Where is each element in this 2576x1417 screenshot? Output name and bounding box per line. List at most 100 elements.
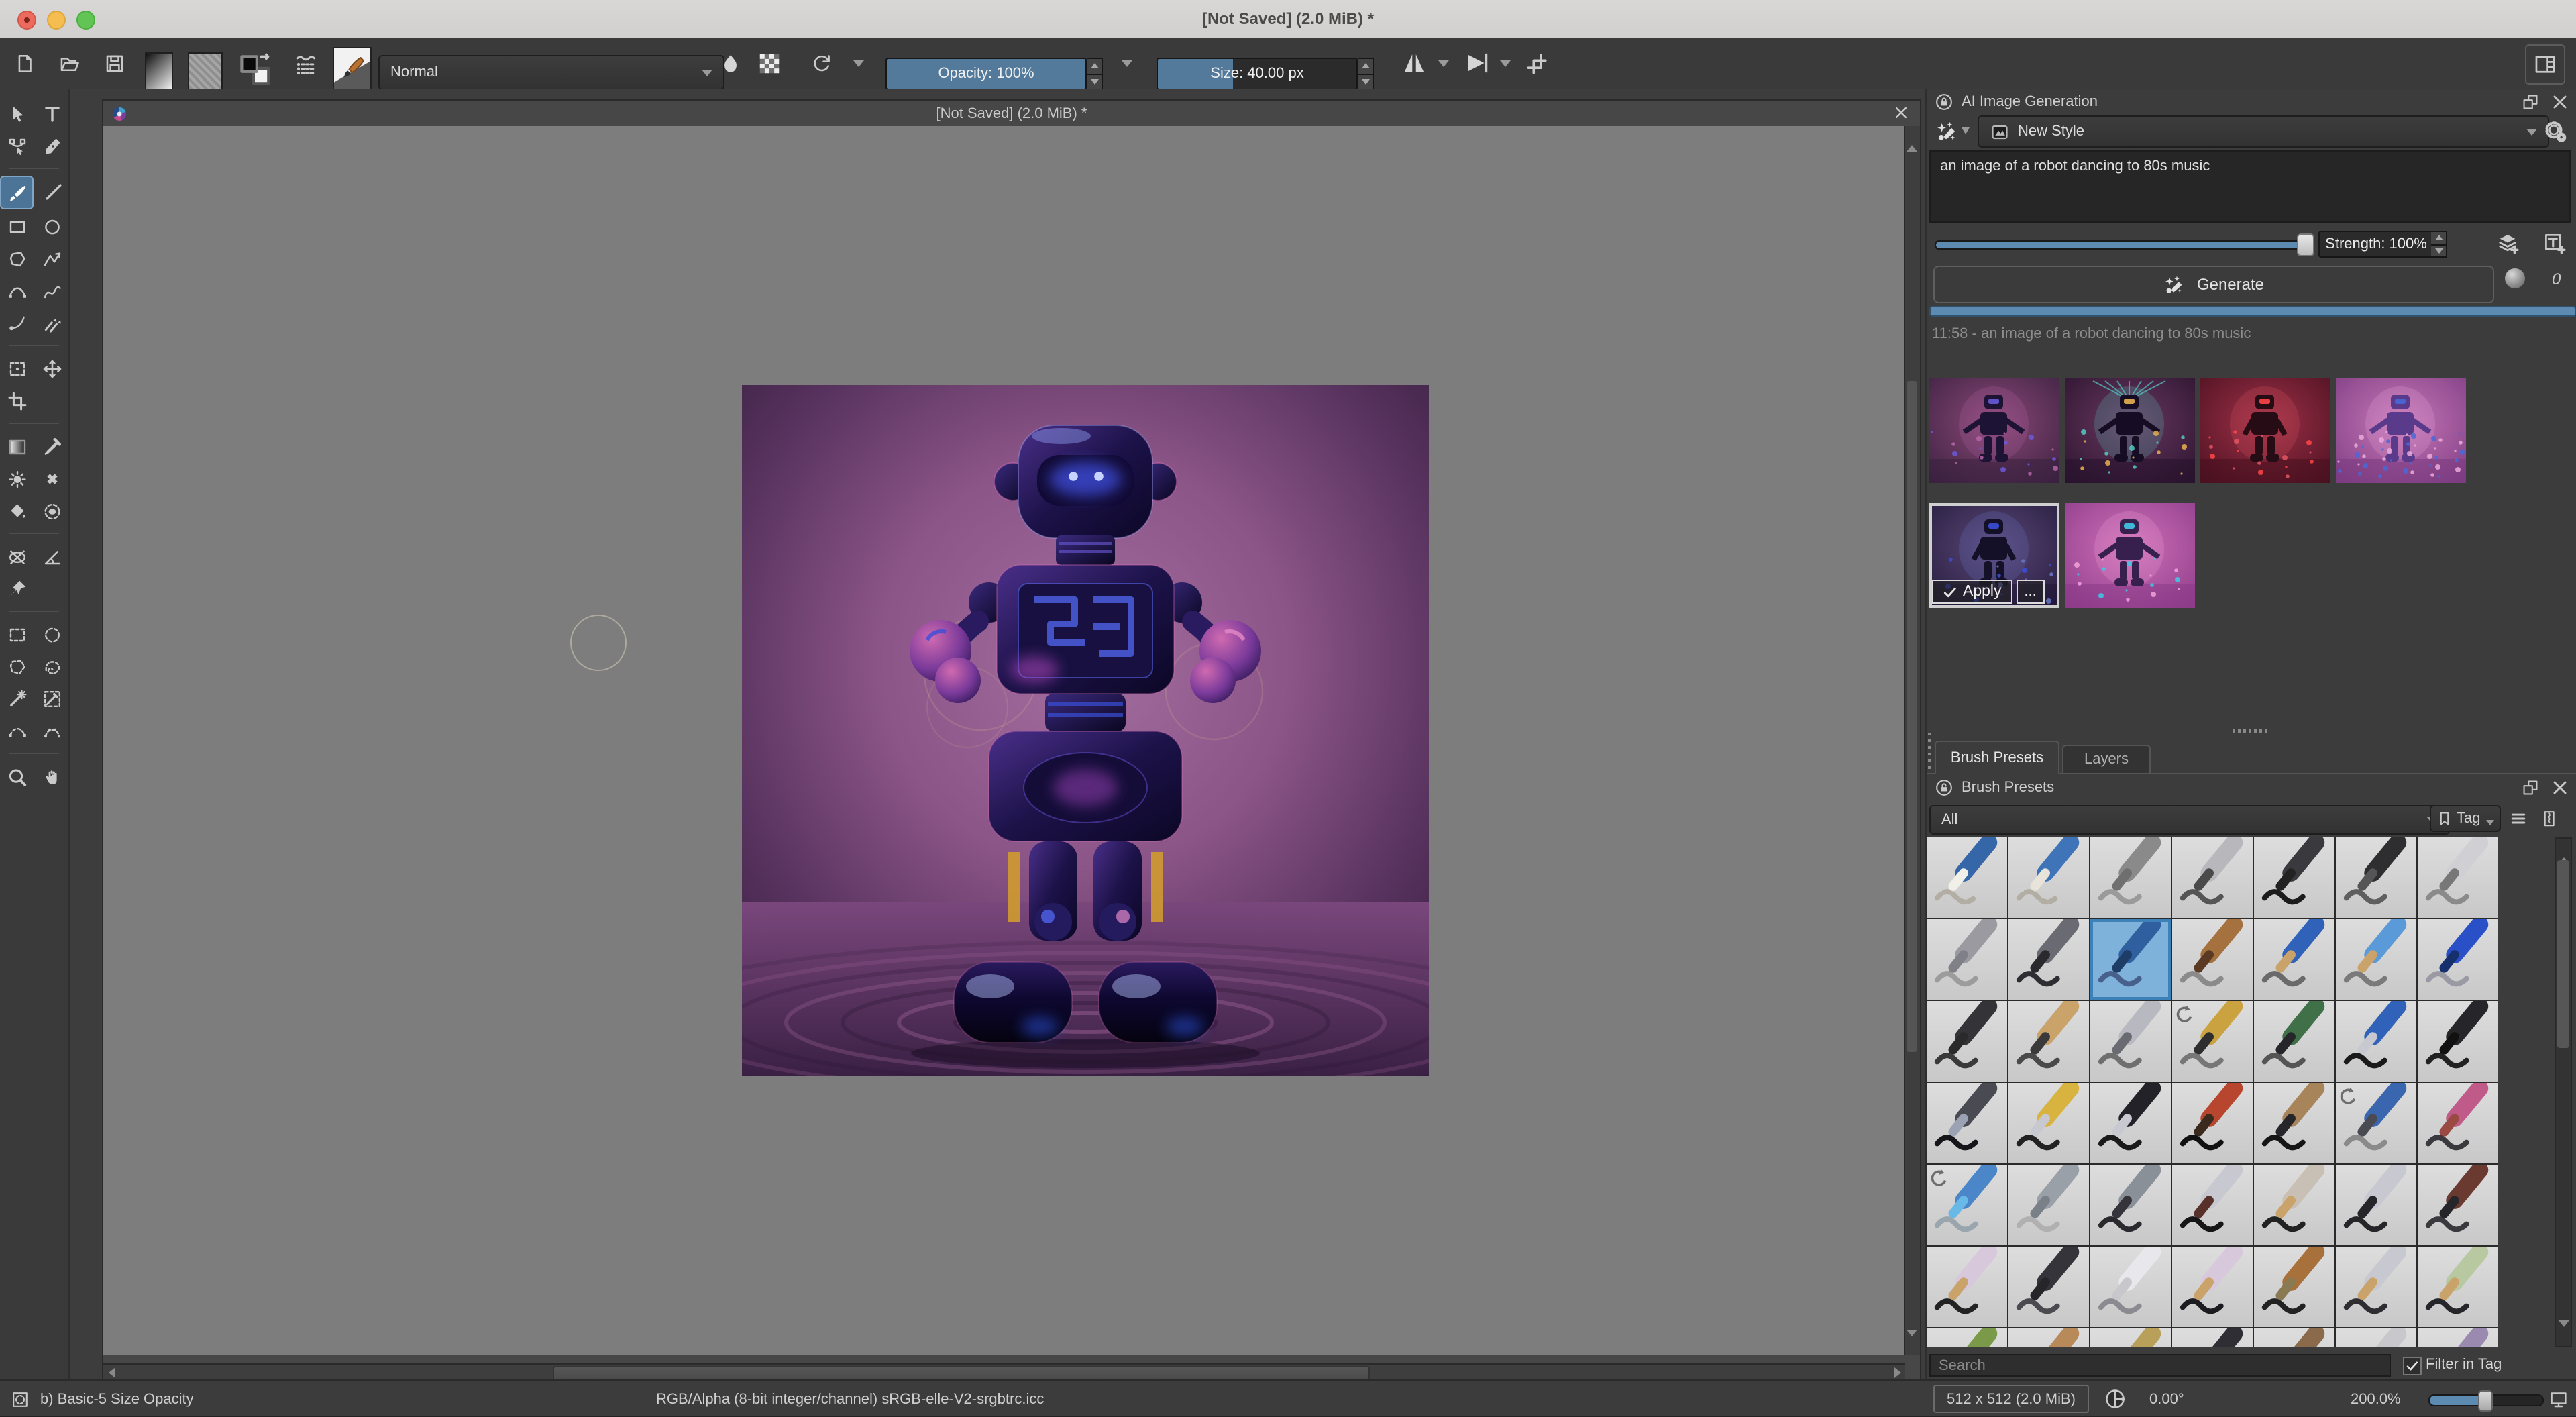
grid-scroll-thumb[interactable] — [2557, 860, 2569, 1048]
tool-freehand-selection[interactable] — [36, 651, 67, 682]
brush-docker-header[interactable]: Brush Presets — [1927, 774, 2576, 801]
brush-preset-charcoal-chunk[interactable] — [2008, 1247, 2089, 1327]
minimize-window-button[interactable] — [47, 11, 66, 30]
ai-settings-icon[interactable] — [2544, 119, 2567, 142]
brush-preset-fountain-pen[interactable] — [2336, 1001, 2416, 1082]
tool-crop[interactable] — [1, 385, 32, 416]
brush-size-slider[interactable]: Size: 40.00 px — [1157, 58, 1358, 90]
brush-preset-brush-krita[interactable] — [2254, 1083, 2334, 1163]
rotation-value[interactable]: 0.00° — [2149, 1381, 2184, 1417]
tool-freehand-brush[interactable] — [0, 176, 34, 209]
tool-transform[interactable] — [1, 353, 32, 384]
brush-preset-highlighter-blue[interactable] — [1927, 1165, 2007, 1245]
brush-preset-paint-roller[interactable] — [2090, 1247, 2171, 1327]
brush-preset-brush-bristle[interactable] — [2254, 1165, 2334, 1245]
tool-colorize-mask[interactable] — [1, 463, 32, 494]
brush-preset-pencil-stub[interactable] — [2172, 1001, 2253, 1082]
brush-preset-eraser-small[interactable] — [1927, 837, 2007, 918]
generated-thumbnail-result-5[interactable]: Apply... — [1929, 503, 2059, 608]
new-document-button[interactable] — [13, 52, 36, 74]
monitor-icon[interactable] — [2548, 1388, 2569, 1410]
brush-preset-wet-brush[interactable] — [2418, 1328, 2498, 1347]
zoom-slider[interactable] — [2428, 1390, 2544, 1412]
generated-thumbnail-result-4[interactable] — [2336, 378, 2466, 483]
tool-move[interactable] — [36, 353, 67, 384]
foreground-background-colors[interactable] — [236, 51, 274, 89]
brush-preset-pencil-2b[interactable] — [1927, 1001, 2007, 1082]
brush-settings-toggle[interactable] — [292, 50, 318, 76]
brush-preset-basic-5-size-opacity[interactable] — [2090, 919, 2171, 1000]
tool-assistants[interactable] — [1, 541, 32, 572]
generated-thumbnail-result-3[interactable] — [2200, 378, 2330, 483]
apply-button[interactable]: Apply — [1932, 580, 2012, 604]
more-options-button[interactable]: ... — [2016, 580, 2045, 604]
filter-in-tag-checkbox[interactable] — [2403, 1357, 2422, 1375]
brush-preset-marker-grey[interactable] — [2008, 1165, 2089, 1245]
strength-slider-handle[interactable] — [2297, 233, 2314, 256]
lock-icon[interactable] — [1935, 778, 1953, 797]
tool-enclose-and-fill[interactable] — [36, 495, 67, 526]
canvas-surface[interactable] — [103, 126, 1905, 1355]
brush-editor-button[interactable] — [333, 47, 372, 90]
brush-preset-pencil-blue[interactable] — [2254, 919, 2334, 1000]
brush-preset-stylus[interactable] — [1927, 919, 2007, 1000]
preserve-alpha-button[interactable] — [757, 50, 782, 76]
preset-grid-scrollbar[interactable] — [2555, 837, 2572, 1347]
splitter-handle[interactable] — [2233, 729, 2267, 733]
eraser-mode-button[interactable] — [719, 52, 742, 74]
tool-color-sampler[interactable] — [36, 431, 67, 462]
display-mode-button[interactable] — [2506, 806, 2530, 831]
search-input[interactable] — [1929, 1354, 2391, 1377]
generated-thumbnail-result-1[interactable] — [1929, 378, 2059, 483]
zoom-value[interactable]: 200.0% — [2351, 1381, 2401, 1417]
brush-preset-brush-round[interactable] — [2418, 1165, 2498, 1245]
tool-pan[interactable] — [36, 761, 67, 792]
brush-preset-dip-pen[interactable] — [2008, 1083, 2089, 1163]
opacity-spinner[interactable] — [1087, 58, 1103, 90]
opacity-slider[interactable]: Opacity: 100% — [885, 58, 1087, 90]
subwindow-titlebar[interactable]: [Not Saved] (2.0 MiB) * — [103, 101, 1920, 126]
close-subwindow-icon[interactable] — [1890, 102, 1912, 123]
tool-multibrush[interactable] — [36, 307, 67, 338]
brush-preset-pastel-gold[interactable] — [2090, 1328, 2171, 1347]
brush-preset-airbrush-soft[interactable] — [2172, 837, 2253, 918]
brush-preset-pencil-silver[interactable] — [2336, 1328, 2416, 1347]
brush-preset-charcoal-stick[interactable] — [2172, 1328, 2253, 1347]
tool-measure[interactable] — [36, 541, 67, 572]
tool-magnetic-selection[interactable] — [36, 715, 67, 746]
strength-spinner[interactable] — [2431, 231, 2447, 258]
add-text-icon[interactable] — [2542, 231, 2567, 255]
chevron-down-icon[interactable] — [853, 60, 864, 66]
tool-bezier-curve[interactable] — [1, 275, 32, 306]
workspace-chooser-button[interactable] — [2525, 44, 2565, 85]
brush-preset-ink-pen[interactable] — [2254, 837, 2334, 918]
tab-layers[interactable]: Layers — [2062, 745, 2151, 774]
tool-gradient[interactable] — [1, 431, 32, 462]
ai-docker-header[interactable]: AI Image Generation — [1927, 89, 2576, 115]
tool-ellipse[interactable] — [36, 211, 67, 242]
zoom-window-button[interactable] — [76, 11, 95, 30]
brush-preset-marker-dark[interactable] — [2090, 1165, 2171, 1245]
ai-wand-icon[interactable] — [1935, 119, 1957, 142]
tool-smart-patch[interactable] — [36, 463, 67, 494]
tool-fill[interactable] — [1, 495, 32, 526]
tool-reference-images[interactable] — [1, 573, 32, 604]
brush-preset-pencil-bundle[interactable] — [2254, 1001, 2334, 1082]
add-layer-icon[interactable] — [2496, 231, 2520, 255]
canvas-vertical-scrollbar[interactable] — [1904, 126, 1920, 1355]
prompt-input[interactable]: an image of a robot dancing to 80s music — [1929, 150, 2571, 223]
tool-select-shapes[interactable] — [1, 98, 32, 129]
chevron-down-icon[interactable] — [1122, 60, 1132, 66]
brush-preset-pen-soft[interactable] — [2418, 837, 2498, 918]
strength-spinbox[interactable]: Strength: 100% — [2318, 231, 2434, 258]
wrap-around-mode-button[interactable] — [1524, 50, 1550, 76]
brush-preset-marker-blue[interactable] — [2336, 1083, 2416, 1163]
brush-preset-brush-flat[interactable] — [1927, 1247, 2007, 1327]
tool-bezier-selection[interactable] — [1, 715, 32, 746]
tag-button[interactable]: Tag — [2430, 805, 2501, 832]
tool-polyline[interactable] — [36, 243, 67, 274]
brush-preset-brush-thin[interactable] — [2336, 1247, 2416, 1327]
tool-contiguous-selection[interactable] — [1, 683, 32, 714]
tool-line[interactable] — [38, 176, 68, 207]
generate-button[interactable]: Generate — [1933, 266, 2494, 303]
